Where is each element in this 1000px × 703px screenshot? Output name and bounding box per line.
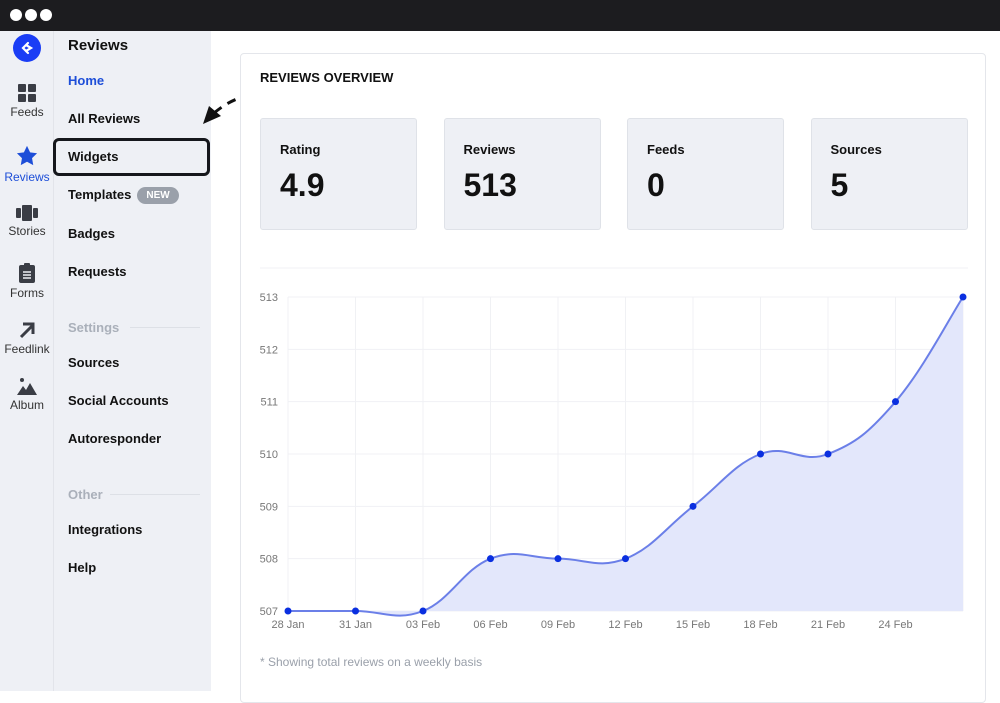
x-tick-label: 31 Jan — [339, 619, 372, 631]
stat-label: Rating — [280, 142, 321, 157]
new-badge: NEW — [137, 187, 179, 204]
nav-item-social-accounts[interactable]: Social Accounts — [68, 393, 169, 408]
y-tick-label: 507 — [260, 606, 278, 618]
x-tick-label: 21 Feb — [811, 619, 845, 631]
window-titlebar — [0, 0, 1000, 31]
y-tick-label: 510 — [260, 449, 278, 461]
rail-item-label: Reviews — [4, 170, 50, 184]
data-point — [487, 555, 494, 563]
window-dot[interactable] — [25, 9, 37, 21]
section-other: Other — [68, 487, 103, 502]
stat-value: 5 — [830, 167, 849, 203]
rail-item-feedlink[interactable]: Feedlink — [0, 321, 54, 356]
stat-label: Feeds — [647, 142, 685, 157]
stories-icon — [0, 205, 54, 221]
data-point — [284, 607, 292, 615]
secondary-sidebar: Reviews Home All Reviews Widgets Templates N… — [54, 31, 211, 691]
rail-item-album[interactable]: Album — [0, 377, 54, 412]
stat-card-sources: Sources 5 — [810, 118, 968, 230]
rail-item-reviews[interactable]: Reviews — [0, 145, 54, 184]
arrow-up-right-icon — [0, 321, 54, 339]
data-point — [352, 607, 359, 615]
card-title: REVIEWS OVERVIEW — [260, 70, 394, 85]
x-tick-label: 15 Feb — [676, 619, 710, 631]
panel-title: Reviews — [68, 37, 129, 54]
section-settings: Settings — [68, 320, 120, 335]
nav-item-autoresponder[interactable]: Autoresponder — [68, 431, 161, 446]
data-point — [622, 555, 629, 563]
nav-item-help[interactable]: Help — [68, 560, 96, 575]
data-point — [419, 607, 427, 615]
stat-value: 4.9 — [280, 167, 325, 203]
x-tick-label: 06 Feb — [473, 619, 507, 631]
rail-item-label: Stories — [8, 224, 46, 238]
stat-value: 513 — [463, 167, 517, 203]
y-tick-label: 513 — [260, 292, 278, 304]
data-point — [959, 293, 967, 301]
x-tick-label: 24 Feb — [878, 619, 912, 631]
stat-label: Reviews — [463, 142, 516, 157]
window-dot[interactable] — [10, 9, 22, 21]
nav-item-all-reviews[interactable]: All Reviews — [68, 111, 140, 126]
rail-item-feeds[interactable]: Feeds — [0, 84, 54, 119]
x-tick-label: 03 Feb — [406, 619, 440, 631]
reviews-overview-card: REVIEWS OVERVIEW Rating 4.9 Reviews 513 Feed… — [240, 53, 986, 703]
clipboard-icon — [0, 263, 54, 283]
y-tick-label: 508 — [260, 554, 278, 566]
rail-item-label: Feedlink — [4, 342, 50, 356]
window-dot[interactable] — [40, 9, 52, 21]
data-point — [824, 450, 832, 458]
x-tick-label: 12 Feb — [608, 619, 642, 631]
x-tick-label: 28 Jan — [271, 619, 304, 631]
rail-item-forms[interactable]: Forms — [0, 263, 54, 300]
nav-item-label: Badges — [68, 226, 115, 241]
y-tick-label: 509 — [260, 501, 278, 513]
rail-item-label: Feeds — [10, 105, 44, 119]
stat-value: 0 — [647, 167, 665, 203]
nav-item-requests[interactable]: Requests — [68, 264, 127, 279]
nav-item-label: Templates — [68, 187, 132, 202]
nav-item-templates[interactable]: Templates NEW — [68, 187, 179, 204]
chart-note: * Showing total reviews on a weekly basi… — [260, 655, 483, 669]
stat-card-reviews: Reviews 513 — [443, 118, 601, 230]
icon-rail — [0, 31, 54, 691]
y-tick-label: 512 — [260, 344, 278, 356]
y-tick-label: 511 — [260, 397, 278, 409]
stat-card-feeds: Feeds 0 — [627, 118, 784, 230]
divider — [110, 494, 200, 495]
nav-item-label: Home — [68, 73, 105, 88]
x-tick-label: 18 Feb — [743, 619, 777, 631]
rail-item-label: Album — [9, 398, 44, 412]
app-logo[interactable] — [13, 34, 41, 62]
nav-item-badges[interactable]: Badges — [68, 226, 115, 241]
data-point — [892, 398, 899, 406]
divider — [130, 327, 200, 328]
data-point — [757, 450, 764, 458]
reviews-chart: 507 508 509 510 511 512 513 28 Jan 31 Jan 03 Feb 0… — [260, 267, 968, 631]
nav-item-home[interactable]: Home — [68, 73, 104, 88]
nav-item-integrations[interactable]: Integrations — [68, 522, 142, 537]
widgets-highlight-box — [53, 138, 210, 176]
x-tick-label: 09 Feb — [541, 619, 575, 631]
rail-item-label: Forms — [10, 286, 44, 300]
data-point — [554, 555, 562, 563]
star-icon — [0, 145, 54, 167]
stat-label: Sources — [830, 142, 882, 157]
nav-item-label: Requests — [68, 264, 127, 279]
data-point — [689, 502, 697, 510]
mountain-image-icon — [0, 377, 54, 395]
grid-icon — [0, 84, 54, 102]
rail-item-stories[interactable]: Stories — [0, 205, 54, 238]
stat-card-rating: Rating 4.9 — [260, 118, 417, 230]
nav-item-sources[interactable]: Sources — [68, 355, 119, 370]
nav-item-label: All Reviews — [68, 111, 141, 126]
